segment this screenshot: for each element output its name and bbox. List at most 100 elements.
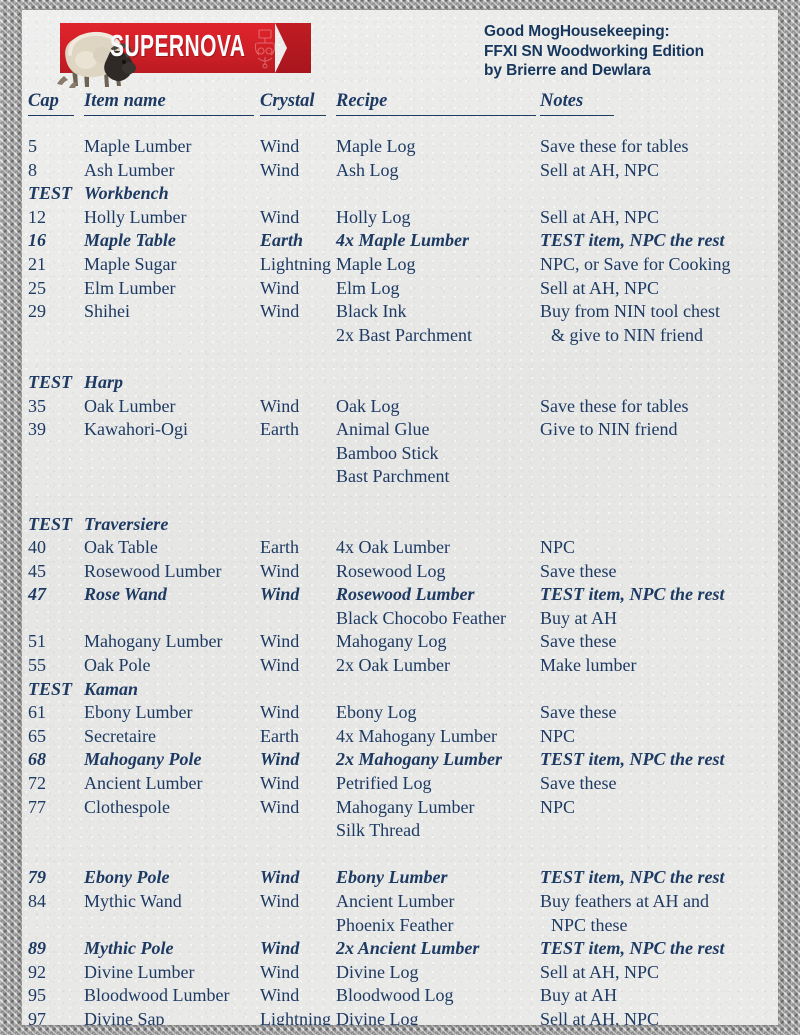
- title-line-3: by Brierre and Dewlara: [484, 62, 651, 79]
- cell-notes: TEST item, NPC the rest: [540, 749, 725, 770]
- cell-item: Ebony Lumber: [84, 702, 193, 723]
- table-header-row: Cap Item name Crystal Recipe Notes: [22, 88, 778, 118]
- cell-recipe: Ash Log: [336, 159, 399, 180]
- cell-notes: NPC these: [551, 914, 628, 935]
- table-row: Black Chocobo Feather Buy at AH: [22, 607, 778, 631]
- document-header: SUPERNOVA Good MogHousekeeping: FFXI SN …: [22, 10, 778, 88]
- cell-recipe: Mahogany Lumber: [336, 796, 475, 817]
- cell-item: Kaman: [84, 678, 139, 699]
- cell-notes: Buy feathers at AH and: [540, 891, 709, 911]
- cell-recipe: Black Ink: [336, 301, 407, 322]
- cell-crystal: Wind: [260, 301, 300, 322]
- cell-cap: 8: [28, 159, 37, 180]
- cell-crystal: Wind: [260, 560, 300, 581]
- supernova-banner-tail: [275, 23, 311, 73]
- column-header-item: Item name: [84, 88, 254, 116]
- cell-item: Maple Table: [84, 230, 176, 251]
- cell-crystal: Wind: [260, 631, 300, 652]
- cell-recipe: 2x Ancient Lumber: [336, 938, 480, 959]
- cell-recipe: Elm Log: [336, 277, 400, 298]
- table-row: 68 Mahogany Pole Wind 2x Mahogany Lumber TES…: [22, 748, 778, 772]
- cell-item: Divine Sap: [84, 1008, 165, 1025]
- table-row: 84 Mythic Wand Wind Ancient Lumber Buy feath…: [22, 890, 778, 914]
- cell-item: Elm Lumber: [84, 277, 176, 298]
- cell-cap: 68: [28, 749, 46, 770]
- table-row: 5 Maple Lumber Wind Maple Log Save these for…: [22, 135, 778, 159]
- table-row: Bamboo Stick: [22, 442, 778, 466]
- cell-notes: & give to NIN friend: [551, 324, 703, 345]
- cell-item: Shihei: [84, 301, 131, 322]
- cell-recipe: 2x Bast Parchment: [336, 324, 472, 345]
- table-row: [22, 489, 778, 513]
- cell-recipe: Holly Log: [336, 206, 411, 227]
- cell-notes: Sell at AH, NPC: [540, 1008, 660, 1025]
- cell-crystal: Earth: [260, 725, 299, 746]
- table-row: 40 Oak Table Earth 4x Oak Lumber NPC: [22, 536, 778, 560]
- recipe-table: Cap Item name Crystal Recipe Notes 5 Mapl…: [22, 88, 778, 1025]
- cell-cap: 5: [28, 136, 37, 156]
- cell-notes: Save these for tables: [540, 136, 689, 156]
- cell-recipe: Rosewood Log: [336, 560, 446, 581]
- cell-cap: 65: [28, 725, 46, 746]
- cell-cap: 35: [28, 395, 46, 416]
- table-row: 92 Divine Lumber Wind Divine Log Sell at AH,…: [22, 961, 778, 985]
- table-row: 72 Ancient Lumber Wind Petrified Log Save th…: [22, 772, 778, 796]
- cell-item: Harp: [84, 371, 124, 392]
- cell-item: Mahogany Lumber: [84, 631, 223, 652]
- cell-crystal: Wind: [260, 867, 300, 888]
- cell-cap: 89: [28, 938, 46, 959]
- table-row: 65 Secretaire Earth 4x Mahogany Lumber NPC: [22, 725, 778, 749]
- cell-cap: 61: [28, 702, 46, 723]
- cell-crystal: Wind: [260, 891, 300, 911]
- cell-recipe: Oak Log: [336, 395, 400, 416]
- cell-item: Holly Lumber: [84, 206, 187, 227]
- cell-cap: 21: [28, 253, 46, 274]
- cell-recipe: Bast Parchment: [336, 466, 450, 487]
- cell-recipe: Bloodwood Log: [336, 985, 454, 1006]
- cell-item: Maple Lumber: [84, 136, 192, 156]
- cell-crystal: Wind: [260, 136, 300, 156]
- document-sheet: SUPERNOVA Good MogHousekeeping: FFXI SN …: [22, 10, 778, 1025]
- cell-cap: 47: [28, 584, 46, 605]
- cell-crystal: Wind: [260, 702, 300, 723]
- cell-recipe: Ebony Lumber: [336, 867, 448, 888]
- cell-notes: Give to NIN friend: [540, 419, 678, 440]
- cell-notes: NPC: [540, 725, 576, 746]
- cell-cap: 95: [28, 985, 46, 1006]
- cell-crystal: Wind: [260, 206, 300, 227]
- cell-recipe: Maple Log: [336, 253, 416, 274]
- document-title: Good MogHousekeeping: FFXI SN Woodworkin…: [484, 22, 764, 81]
- cell-recipe: Ancient Lumber: [336, 891, 455, 911]
- cell-recipe: Petrified Log: [336, 773, 432, 794]
- table-row: TEST Traversiere: [22, 513, 778, 537]
- cell-crystal: Wind: [260, 938, 300, 959]
- cell-notes: Sell at AH, NPC: [540, 961, 660, 982]
- cell-notes: Buy at AH: [540, 607, 618, 628]
- cell-item: Maple Sugar: [84, 253, 177, 274]
- cell-recipe: Mahogany Log: [336, 631, 447, 652]
- cell-item: Ebony Pole: [84, 867, 170, 888]
- cell-crystal: Wind: [260, 655, 300, 676]
- cell-recipe: 4x Maple Lumber: [336, 230, 469, 251]
- cell-item: Oak Table: [84, 537, 158, 558]
- cell-recipe: 4x Mahogany Lumber: [336, 725, 497, 746]
- table-row: 12 Holly Lumber Wind Holly Log Sell at AH, N…: [22, 206, 778, 230]
- cell-cap: 45: [28, 560, 46, 581]
- column-header-recipe: Recipe: [336, 88, 536, 116]
- cell-crystal: Lightning: [260, 1008, 331, 1025]
- cell-item: Oak Pole: [84, 655, 151, 676]
- cell-cap: 51: [28, 631, 46, 652]
- table-row: 47 Rose Wand Wind Rosewood Lumber TEST item,…: [22, 583, 778, 607]
- cell-recipe: Silk Thread: [336, 820, 421, 841]
- table-row: 77 Clothespole Wind Mahogany Lumber NPC: [22, 796, 778, 820]
- table-row: 55 Oak Pole Wind 2x Oak Lumber Make lumber: [22, 654, 778, 678]
- cell-notes: Save these for tables: [540, 395, 689, 416]
- cell-crystal: Lightning: [260, 253, 331, 274]
- cell-recipe: Divine Log: [336, 1008, 419, 1025]
- cell-notes: Sell at AH, NPC: [540, 159, 660, 180]
- cell-notes: Save these: [540, 560, 617, 581]
- table-row: 45 Rosewood Lumber Wind Rosewood Log Save th…: [22, 560, 778, 584]
- table-row: [22, 347, 778, 371]
- table-row: 61 Ebony Lumber Wind Ebony Log Save these: [22, 701, 778, 725]
- cell-notes: Sell at AH, NPC: [540, 277, 660, 298]
